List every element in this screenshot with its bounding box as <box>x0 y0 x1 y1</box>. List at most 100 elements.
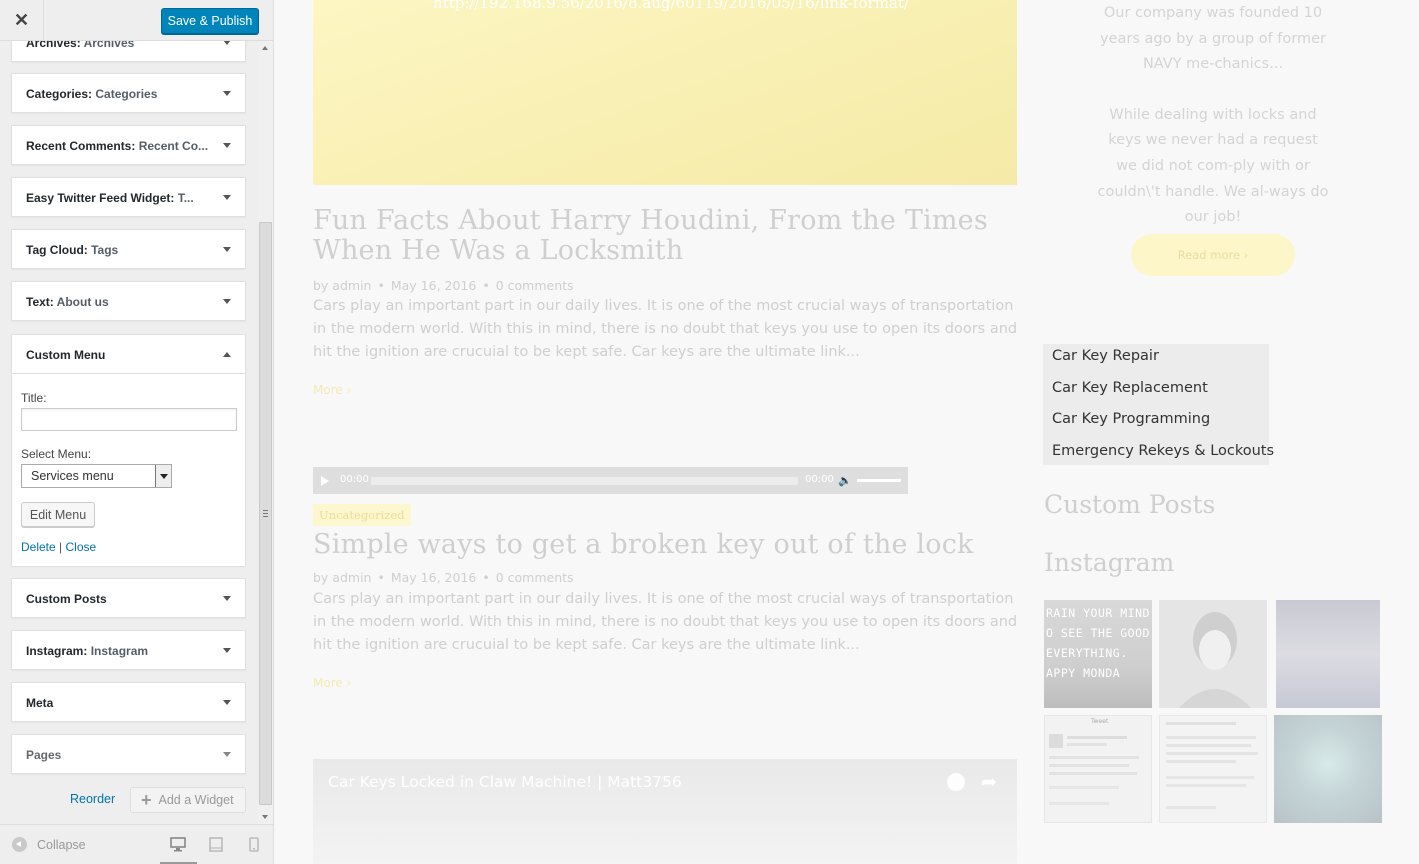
collapse-label: Collapse <box>37 837 86 852</box>
about-paragraph: While dealing with locks and keys we nev… <box>1097 106 1329 226</box>
hero-link-text[interactable]: http://192.168.9.56/2016/8.aug/60119/201… <box>433 0 909 12</box>
scroll-up-arrow-icon[interactable] <box>262 46 268 50</box>
menu-item[interactable]: Emergency Rekeys & Lockouts <box>1043 439 1274 465</box>
menu-item[interactable]: Car Key Replacement <box>1043 376 1269 408</box>
widget-label: Categories: Categories <box>26 74 157 114</box>
tweet-header: Tweet <box>1091 718 1109 725</box>
widget-custom-menu[interactable]: Custom Menu <box>11 334 246 374</box>
grip-icon <box>263 510 268 517</box>
chevron-down-icon <box>223 247 231 252</box>
post-author[interactable]: by admin <box>313 570 371 585</box>
desktop-preview-icon[interactable] <box>170 837 186 852</box>
instagram-photo[interactable] <box>1159 715 1267 823</box>
play-icon[interactable] <box>321 476 329 486</box>
select-menu-label: Select Menu: <box>21 447 92 461</box>
widget-label: Easy Twitter Feed Widget: T... <box>26 178 194 218</box>
save-publish-button[interactable]: Save & Publish <box>161 8 259 34</box>
customizer-footer: Collapse <box>0 824 273 864</box>
meta-separator: • <box>377 278 385 293</box>
widget-title: Custom Posts <box>26 592 107 606</box>
meta-separator: • <box>377 570 385 585</box>
collapse-icon <box>12 837 27 852</box>
dropdown-arrow-icon[interactable] <box>155 465 171 487</box>
widget-title: Tag Cloud: <box>26 243 88 257</box>
menu-item[interactable]: Car Key Repair <box>1043 344 1269 376</box>
post-title[interactable]: Fun Facts About Harry Houdini, From the … <box>313 206 1017 266</box>
more-link[interactable]: More › <box>313 676 351 690</box>
audio-player: 00:00 00:00 🔈 <box>313 467 908 494</box>
instagram-photo[interactable]: Tweet <box>1044 715 1152 823</box>
post-title[interactable]: Simple ways to get a broken key out of t… <box>313 530 1017 560</box>
close-link[interactable]: Close <box>65 540 96 554</box>
widget-easy-twitter-feed[interactable]: Easy Twitter Feed Widget: T... <box>11 177 246 217</box>
widget-instagram[interactable]: Instagram: Instagram <box>11 630 246 670</box>
menu-item[interactable]: Car Key Programming <box>1043 407 1269 439</box>
title-input[interactable] <box>21 408 237 431</box>
read-more-button[interactable]: Read more › <box>1131 234 1295 276</box>
widget-title: Archives: <box>26 41 81 50</box>
category-badge[interactable]: Uncategorized <box>313 504 411 526</box>
separator: | <box>55 540 66 554</box>
widget-categories[interactable]: Categories: Categories <box>11 73 246 113</box>
chevron-down-icon <box>223 91 231 96</box>
widget-title: Recent Comments: <box>26 139 136 153</box>
sidebar-scrollbar[interactable] <box>258 41 273 824</box>
collapse-button[interactable]: Collapse <box>12 837 86 852</box>
widget-meta[interactable]: Meta <box>11 682 246 722</box>
chevron-down-icon <box>223 700 231 705</box>
post-date[interactable]: May 16, 2016 <box>391 570 476 585</box>
audio-duration: 00:00 <box>805 474 834 485</box>
widget-pages[interactable]: Pages <box>11 734 246 774</box>
instagram-photo[interactable] <box>1274 715 1382 823</box>
menu-select[interactable]: Services menu <box>21 464 172 488</box>
widget-label: Archives: Archives <box>26 41 134 63</box>
reorder-link[interactable]: Reorder <box>70 792 115 806</box>
chevron-down-icon <box>223 299 231 304</box>
volume-slider[interactable] <box>857 479 901 482</box>
post-author[interactable]: by admin <box>313 278 371 293</box>
audio-progress-slider[interactable] <box>371 477 798 485</box>
post-featured-image[interactable]: http://192.168.9.56/2016/8.aug/60119/201… <box>313 0 1017 185</box>
widget-subtitle: Tags <box>87 243 119 257</box>
widget-title: Categories: <box>26 87 93 101</box>
add-widget-button[interactable]: + Add a Widget <box>130 787 246 813</box>
edit-menu-button[interactable]: Edit Menu <box>21 502 95 527</box>
custom-posts-heading: Custom Posts <box>1044 490 1216 519</box>
widgets-panel: Archives: Archives Categories: Categorie… <box>0 41 258 824</box>
video-title[interactable]: Car Keys Locked in Claw Machine! | Matt3… <box>328 773 682 791</box>
instagram-photo[interactable] <box>1276 600 1380 708</box>
widget-title: Easy Twitter Feed Widget: <box>26 191 175 205</box>
instagram-heading: Instagram <box>1044 548 1175 577</box>
widget-title: Custom Menu <box>26 348 106 362</box>
widget-tag-cloud[interactable]: Tag Cloud: Tags <box>11 229 246 269</box>
widget-archives[interactable]: Archives: Archives <box>11 41 246 62</box>
embedded-video[interactable]: Car Keys Locked in Claw Machine! | Matt3… <box>313 759 1017 864</box>
delete-link[interactable]: Delete <box>21 540 56 554</box>
widget-recent-comments[interactable]: Recent Comments: Recent Co... <box>11 125 246 165</box>
mobile-preview-icon[interactable] <box>249 837 259 852</box>
post-date[interactable]: May 16, 2016 <box>391 278 476 293</box>
widget-text[interactable]: Text: About us <box>11 281 246 321</box>
share-icon[interactable]: ➦ <box>981 771 997 793</box>
widget-subtitle: Instagram <box>87 644 149 658</box>
widget-custom-posts[interactable]: Custom Posts <box>11 578 246 618</box>
more-link[interactable]: More › <box>313 383 351 397</box>
post-comments[interactable]: 0 comments <box>496 278 574 293</box>
chevron-down-icon <box>223 143 231 148</box>
services-menu: Car Key Repair Car Key Replacement Car K… <box>1043 344 1274 465</box>
instagram-photo-text: RAIN YOUR MIND O SEE THE GOOD EVERYTHING… <box>1046 606 1150 680</box>
tablet-preview-icon[interactable] <box>209 837 223 852</box>
volume-icon[interactable]: 🔈 <box>838 474 852 487</box>
scrollbar-thumb[interactable] <box>259 222 272 805</box>
chevron-up-icon <box>223 352 231 357</box>
widget-label: Text: About us <box>26 282 109 322</box>
post-comments[interactable]: 0 comments <box>496 570 574 585</box>
instagram-photo[interactable]: RAIN YOUR MIND O SEE THE GOOD EVERYTHING… <box>1044 600 1152 708</box>
watch-later-icon[interactable] <box>947 773 965 791</box>
instagram-photo[interactable] <box>1159 600 1267 708</box>
meta-separator: • <box>482 570 490 585</box>
close-icon[interactable]: ✕ <box>0 0 44 41</box>
scroll-down-arrow-icon[interactable] <box>262 815 268 819</box>
custom-menu-form: Title: Select Menu: Services menu Edit M… <box>11 374 246 567</box>
site-preview: http://192.168.9.56/2016/8.aug/60119/201… <box>274 0 1419 864</box>
